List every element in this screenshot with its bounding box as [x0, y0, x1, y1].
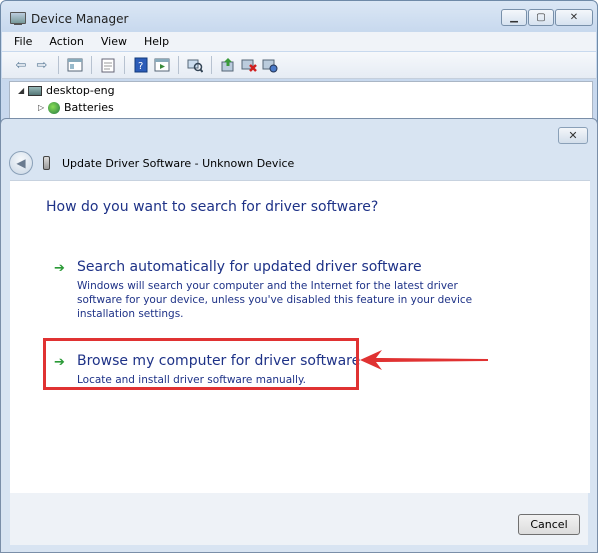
minimize-button[interactable]: ▁: [501, 9, 527, 26]
forward-icon[interactable]: ⇨: [33, 56, 51, 74]
annotation-arrow-icon: [360, 350, 488, 370]
toolbar-divider: [91, 56, 92, 74]
cancel-button[interactable]: Cancel: [518, 514, 580, 535]
toolbar-divider: [124, 56, 125, 74]
menu-file[interactable]: File: [14, 35, 32, 48]
tree-root-row[interactable]: ◢ desktop-eng: [18, 84, 115, 97]
green-arrow-icon: ➔: [54, 261, 65, 276]
back-arrow-icon[interactable]: ◀: [9, 151, 33, 175]
window-controls: ▁ ▢ ✕: [501, 9, 593, 26]
menu-view[interactable]: View: [101, 35, 127, 48]
toolbar-divider: [58, 56, 59, 74]
collapse-icon[interactable]: ◢: [18, 86, 28, 95]
maximize-button[interactable]: ▢: [528, 9, 554, 26]
tree-root-label: desktop-eng: [46, 84, 115, 97]
update-driver-dialog: ✕ ◀ Update Driver Software - Unknown Dev…: [0, 118, 598, 553]
properties-icon[interactable]: [99, 56, 117, 74]
option-description: Windows will search your computer and th…: [77, 280, 473, 320]
content-pane: How do you want to search for driver sof…: [10, 180, 590, 493]
menu-action[interactable]: Action: [49, 35, 83, 48]
view-icon[interactable]: [153, 56, 171, 74]
expand-icon[interactable]: ▷: [38, 103, 48, 112]
update-driver-icon[interactable]: [219, 56, 237, 74]
toolbar-divider: [211, 56, 212, 74]
device-icon: [43, 156, 50, 170]
dialog-title: Update Driver Software - Unknown Device: [62, 156, 295, 170]
back-icon[interactable]: ⇦: [12, 56, 30, 74]
menu-help[interactable]: Help: [144, 35, 169, 48]
close-button[interactable]: ✕: [555, 9, 593, 26]
window-title: Device Manager: [31, 12, 129, 26]
show-hide-icon[interactable]: [66, 56, 84, 74]
tree-item-batteries[interactable]: ▷ Batteries: [38, 101, 114, 114]
help-icon[interactable]: ?: [132, 56, 150, 74]
uninstall-icon[interactable]: [240, 56, 258, 74]
menu-bar: File Action View Help: [2, 32, 596, 51]
computer-icon: [28, 85, 42, 96]
device-manager-icon: [10, 12, 26, 25]
dialog-header: ◀ Update Driver Software - Unknown Devic…: [9, 147, 589, 179]
toolbar-divider: [178, 56, 179, 74]
option-title[interactable]: Search automatically for updated driver …: [77, 259, 422, 275]
annotation-highlight-box: [43, 338, 359, 390]
svg-text:?: ?: [138, 61, 143, 72]
scan-hardware-icon[interactable]: [186, 56, 204, 74]
title-bar: Device Manager ▁ ▢ ✕: [1, 1, 597, 31]
toolbar: ⇦ ⇨ ?: [2, 52, 596, 79]
dialog-close-button[interactable]: ✕: [558, 127, 588, 144]
enable-icon[interactable]: [261, 56, 279, 74]
dialog-footer: Cancel: [10, 493, 588, 545]
tree-item-label: Batteries: [64, 101, 114, 114]
battery-icon: [48, 101, 60, 114]
main-question: How do you want to search for driver sof…: [46, 199, 379, 215]
